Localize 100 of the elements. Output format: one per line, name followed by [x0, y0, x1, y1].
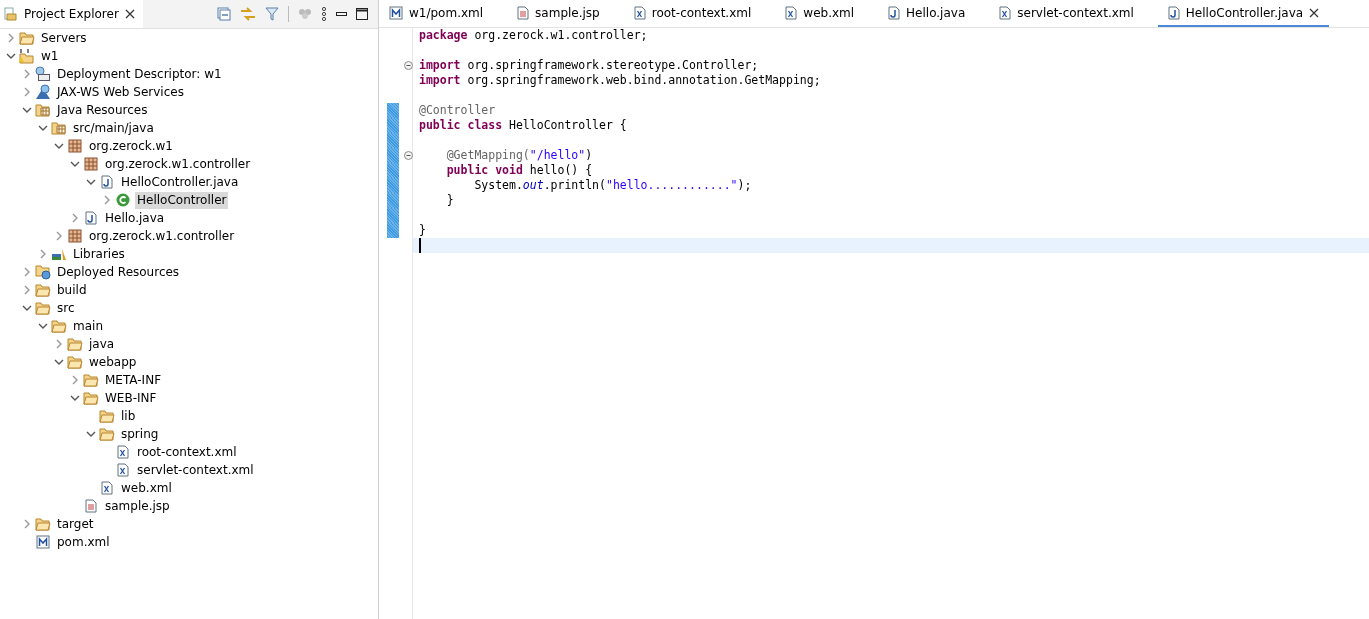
class-icon — [116, 193, 130, 207]
maven-file-icon — [36, 535, 50, 549]
code-line: public class HelloController { — [419, 118, 627, 133]
java-file-icon — [888, 5, 901, 20]
expand-chevron-icon[interactable] — [54, 231, 64, 241]
tree-item[interactable]: Libraries — [71, 245, 127, 263]
tree-item[interactable]: Hello.java — [103, 209, 167, 227]
close-icon[interactable] — [124, 9, 135, 19]
collapse-chevron-icon[interactable] — [38, 123, 48, 133]
filter-icon[interactable] — [265, 7, 279, 21]
tree-item[interactable]: META-INF — [103, 371, 164, 389]
menu-icon[interactable] — [321, 7, 327, 21]
tree-item[interactable]: java — [87, 335, 117, 353]
java-file-icon — [1167, 5, 1180, 20]
xml-file-icon — [633, 5, 646, 20]
collapse-chevron-icon[interactable] — [54, 141, 64, 151]
editor-tab[interactable]: servlet-context.xml — [989, 0, 1144, 27]
tree-item[interactable]: Java Resources — [55, 101, 150, 119]
folder-icon — [99, 409, 115, 423]
code-line: @Controller — [419, 103, 496, 118]
expand-chevron-icon[interactable] — [102, 195, 112, 205]
minimize-icon[interactable] — [336, 12, 347, 16]
expand-chevron-icon[interactable] — [22, 519, 32, 529]
collapse-chevron-icon[interactable] — [70, 393, 80, 403]
editor-tab[interactable]: Hello.java — [878, 0, 976, 27]
tree-item[interactable]: HelloController — [135, 191, 229, 209]
tree-item[interactable]: src — [55, 299, 77, 317]
editor-tab[interactable]: root-context.xml — [623, 0, 762, 27]
collapse-chevron-icon[interactable] — [54, 357, 64, 367]
descriptor-icon — [35, 66, 51, 82]
folder-icon — [19, 31, 35, 45]
package-icon — [84, 157, 98, 171]
tree-item[interactable]: WEB-INF — [103, 389, 159, 407]
close-icon[interactable] — [1309, 7, 1320, 18]
expand-chevron-icon[interactable] — [38, 249, 48, 259]
folder-icon — [83, 391, 99, 405]
expand-chevron-icon[interactable] — [22, 267, 32, 277]
xml-file-icon — [101, 481, 113, 495]
expand-chevron-icon[interactable] — [22, 87, 32, 97]
tree-item[interactable]: sample.jsp — [103, 497, 172, 515]
tree-item[interactable]: web.xml — [119, 479, 174, 497]
collapse-chevron-icon[interactable] — [70, 159, 80, 169]
java-file-icon — [101, 175, 113, 189]
fold-icon[interactable] — [403, 151, 413, 160]
expand-chevron-icon[interactable] — [70, 213, 80, 223]
collapse-chevron-icon[interactable] — [86, 429, 96, 439]
tree-item[interactable]: JAX-WS Web Services — [55, 83, 186, 101]
tree-item[interactable]: Deployment Descriptor: w1 — [55, 65, 224, 83]
library-icon — [51, 247, 67, 261]
folder-icon — [35, 517, 51, 531]
folder-icon — [35, 283, 51, 297]
tree-item[interactable]: Deployed Resources — [55, 263, 182, 281]
tree-item[interactable]: org.zerock.w1.controller — [103, 155, 253, 173]
tree-item[interactable]: main — [71, 317, 105, 335]
tree-item[interactable]: pom.xml — [55, 533, 112, 551]
code-line: System.out.println("hello............"); — [473, 178, 752, 193]
expand-chevron-icon[interactable] — [22, 69, 32, 79]
collapse-chevron-icon[interactable] — [38, 321, 48, 331]
collapse-chevron-icon[interactable] — [22, 105, 32, 115]
java-file-icon — [85, 211, 97, 225]
editor-tab[interactable]: sample.jsp — [507, 0, 610, 27]
deployed-folder-icon — [35, 264, 51, 280]
expand-chevron-icon[interactable] — [6, 33, 16, 43]
dots-icon[interactable] — [298, 8, 312, 20]
fold-icon[interactable] — [403, 61, 413, 70]
xml-file-icon — [117, 463, 129, 477]
document-icon — [85, 499, 97, 513]
tree-item[interactable]: spring — [119, 425, 161, 443]
tree-item[interactable]: Servers — [39, 29, 89, 47]
code-line: public void hello() { — [445, 163, 593, 178]
tree-item[interactable]: org.zerock.w1.controller — [87, 227, 237, 245]
maximize-icon[interactable] — [356, 8, 368, 20]
editor-tab[interactable]: w1/pom.xml — [379, 0, 494, 27]
tree-item[interactable]: root-context.xml — [135, 443, 239, 461]
view-tab[interactable]: Project Explorer — [0, 0, 143, 28]
explorer-icon — [4, 7, 18, 21]
collapse-chevron-icon[interactable] — [6, 51, 16, 61]
tree-item[interactable]: servlet-context.xml — [135, 461, 256, 479]
package-icon — [68, 139, 82, 153]
collapse-chevron-icon[interactable] — [22, 303, 32, 313]
folder-icon — [99, 427, 115, 441]
tree-item[interactable]: src/main/java — [71, 119, 156, 137]
maven-file-icon — [389, 5, 403, 20]
code-line: import org.springframework.web.bind.annotation.GetMapping; — [419, 73, 821, 88]
tree-item[interactable]: target — [55, 515, 96, 533]
folder-icon — [83, 373, 99, 387]
tree-item[interactable]: build — [55, 281, 89, 299]
tree-item[interactable]: org.zerock.w1 — [87, 137, 175, 155]
tree-item[interactable]: lib — [119, 407, 138, 425]
tree-item[interactable]: HelloController.java — [119, 173, 241, 191]
tree-item[interactable]: webapp — [87, 353, 139, 371]
collapse-all-icon[interactable] — [217, 7, 231, 21]
expand-chevron-icon[interactable] — [54, 339, 64, 349]
folder-icon — [35, 301, 51, 315]
expand-chevron-icon[interactable] — [22, 285, 32, 295]
collapse-chevron-icon[interactable] — [86, 177, 96, 187]
editor-tab[interactable]: web.xml — [775, 0, 865, 27]
expand-chevron-icon[interactable] — [70, 375, 80, 385]
tree-item[interactable]: w1 — [39, 47, 61, 65]
package-icon — [68, 229, 82, 243]
